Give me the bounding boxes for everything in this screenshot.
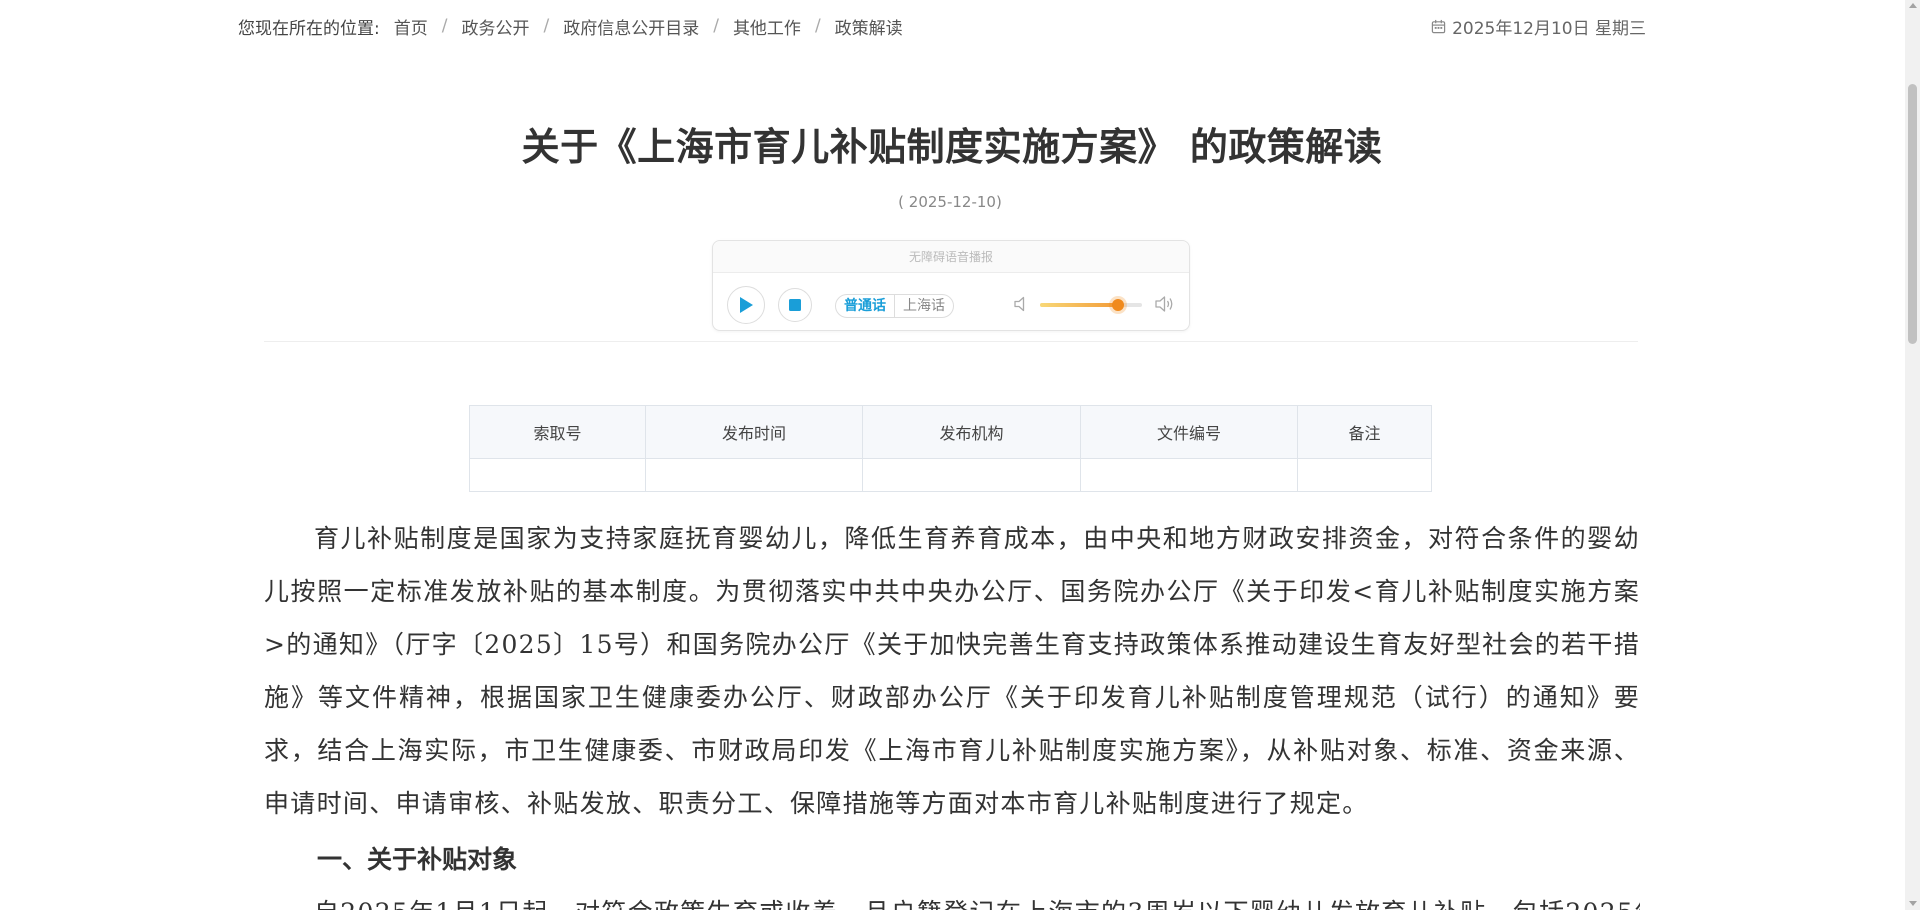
- stop-icon: [789, 299, 801, 311]
- current-date-text: 2025年12月10日 星期三: [1452, 18, 1646, 39]
- table-cell: [1080, 458, 1298, 492]
- column-header-index-number: 索取号: [469, 405, 646, 459]
- audio-player-controls: 普通话 上海话: [713, 273, 1189, 331]
- breadcrumb-item-info-catalog[interactable]: 政府信息公开目录: [563, 14, 699, 39]
- section-heading-subsidy-recipients: 一、关于补贴对象: [317, 845, 518, 874]
- article-section1-paragraph: 自2025年1月1日起，对符合政策生育或收养，且户籍登记在上海市的3周岁以下婴幼…: [264, 886, 1640, 910]
- breadcrumb-bar: 您现在所在的位置: 首页 / 政务公开 / 政府信息公开目录 / 其他工作 / …: [238, 0, 1646, 52]
- current-date: 2025年12月10日 星期三: [1431, 14, 1646, 39]
- table-row: [469, 458, 1432, 492]
- divider: [264, 341, 1638, 342]
- page-scrollbar[interactable]: [1905, 0, 1920, 910]
- publish-date: ( 2025-12-10): [898, 193, 1002, 211]
- stop-button[interactable]: [778, 288, 812, 322]
- article-intro-paragraph: 育儿补贴制度是国家为支持家庭抚育婴幼儿，降低生育养育成本，由中央和地方财政安排资…: [264, 524, 1640, 818]
- volume-high-icon[interactable]: [1154, 294, 1176, 314]
- breadcrumb-item-gov-affairs[interactable]: 政务公开: [461, 14, 529, 39]
- breadcrumb-item-policy-interpretation[interactable]: 政策解读: [835, 14, 903, 39]
- table-cell: [862, 458, 1081, 492]
- volume-slider[interactable]: [1040, 299, 1142, 311]
- table-cell: [1297, 458, 1432, 492]
- dialect-shanghainese-option[interactable]: 上海话: [894, 295, 953, 317]
- play-icon: [740, 297, 753, 313]
- column-header-remarks: 备注: [1297, 405, 1432, 459]
- breadcrumb-separator: /: [543, 16, 550, 36]
- breadcrumb-separator: /: [814, 16, 821, 36]
- scrollbar-thumb[interactable]: [1908, 84, 1917, 344]
- table-cell: [469, 458, 646, 492]
- play-button[interactable]: [727, 286, 765, 324]
- scroll-down-arrow-icon[interactable]: [1909, 901, 1917, 906]
- volume-low-icon[interactable]: [1013, 295, 1031, 313]
- table-cell: [645, 458, 863, 492]
- dialect-mandarin-option[interactable]: 普通话: [836, 295, 894, 317]
- table-header-row: 索取号 发布时间 发布机构 文件编号 备注: [469, 405, 1432, 459]
- breadcrumb-item-other-work[interactable]: 其他工作: [733, 14, 801, 39]
- scroll-up-arrow-icon[interactable]: [1909, 3, 1917, 8]
- column-header-document-number: 文件编号: [1080, 405, 1298, 459]
- volume-slider-handle[interactable]: [1111, 299, 1124, 311]
- breadcrumb-separator: /: [441, 16, 448, 36]
- breadcrumb-item-home[interactable]: 首页: [394, 14, 428, 39]
- column-header-publisher: 发布机构: [862, 405, 1081, 459]
- document-meta-table: 索取号 发布时间 发布机构 文件编号 备注: [469, 405, 1432, 492]
- volume-slider-fill: [1040, 303, 1118, 307]
- page-title: 关于《上海市育儿补贴制度实施方案》 的政策解读: [521, 125, 1383, 169]
- audio-player-label: 无障碍语音播报: [713, 241, 1189, 273]
- breadcrumb-label: 您现在所在的位置:: [238, 18, 380, 39]
- calendar-icon: [1431, 19, 1446, 33]
- dialect-toggle: 普通话 上海话: [835, 294, 954, 318]
- column-header-publish-time: 发布时间: [645, 405, 863, 459]
- audio-player: 无障碍语音播报 普通话 上海话: [712, 240, 1190, 331]
- breadcrumb: 您现在所在的位置: 首页 / 政务公开 / 政府信息公开目录 / 其他工作 / …: [238, 14, 903, 39]
- breadcrumb-separator: /: [713, 16, 719, 36]
